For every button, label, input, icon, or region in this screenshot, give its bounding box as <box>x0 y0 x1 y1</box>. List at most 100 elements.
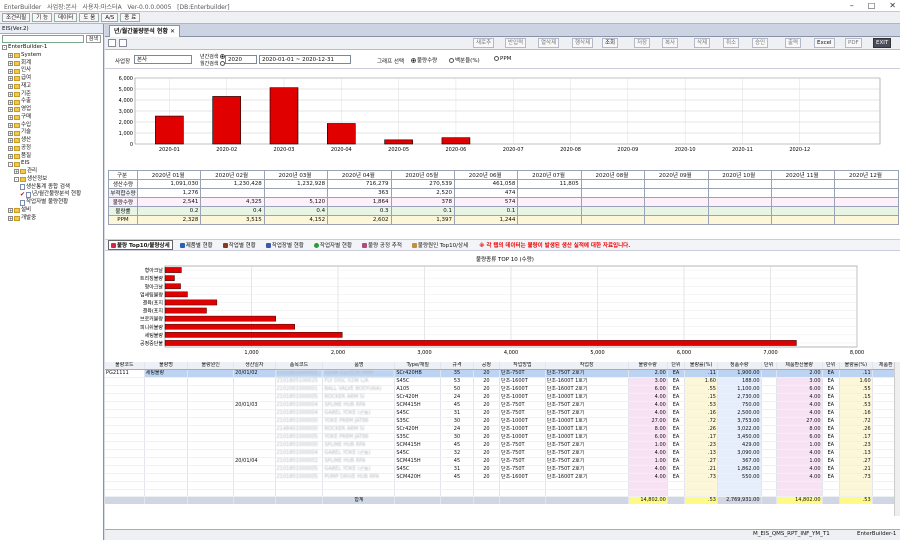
tree-item[interactable]: + 기준 <box>2 91 103 99</box>
tree-item[interactable]: + 영업 <box>2 106 103 114</box>
collapse-icon[interactable]: - <box>8 161 13 167</box>
expand-icon[interactable]: + <box>8 99 13 105</box>
detail-row[interactable]: 2101801000005 GABEL YOKE (큰놈) S45C 31 20 단조-7… <box>105 465 900 475</box>
tree-item[interactable]: + 기술 <box>2 129 103 137</box>
detail-header-cell[interactable]: 정품수량 <box>717 362 762 371</box>
tree-item[interactable]: + 공정 <box>2 145 103 153</box>
site-select[interactable]: 본사 <box>134 55 192 64</box>
tab-yearly-defect-analysis[interactable]: 년/월간불량분석 현황 ✕ <box>109 25 181 37</box>
detail-row[interactable]: 2101801000004 GABEL YOKE (큰놈) S45C 32 20 단조-7… <box>105 449 900 459</box>
toolbar-button-item-1[interactable]: 반입력 <box>505 38 527 48</box>
detail-header-cell[interactable]: 품목코드 <box>275 362 324 371</box>
subtab-workcenter[interactable]: 작업장별 현황 <box>263 240 307 250</box>
detail-header-cell[interactable]: 불량수량 <box>628 362 668 371</box>
detail-header-cell[interactable]: 단위 <box>667 362 686 371</box>
detail-header-cell[interactable]: 불량원인 <box>187 362 235 371</box>
toolbar-button-item-0[interactable]: 새로추 <box>473 38 495 48</box>
menu-item-function[interactable]: 기 능 <box>32 13 53 22</box>
collapse-icon[interactable]: - <box>14 177 19 183</box>
maximize-icon[interactable]: □ <box>868 1 876 10</box>
tree-item[interactable]: + 수출 <box>2 98 103 106</box>
expand-icon[interactable]: + <box>8 107 13 113</box>
detail-header-cell[interactable]: 불량명 <box>144 362 189 371</box>
detail-row[interactable]: 2101801000005 PUMP DRIVE HUB RPA SCM420H 45… <box>105 473 900 483</box>
subtab-worker[interactable]: 작업자별 현황 <box>311 240 355 250</box>
tree-item[interactable]: + 재고 <box>2 83 103 91</box>
toolbar-button-item-8[interactable]: 취소 <box>723 38 740 48</box>
detail-row[interactable]: 2101801000000 SPLINE HUB RPA SCM415H 45 20 단조… <box>105 441 900 451</box>
tree-item[interactable]: + 수입 <box>2 122 103 130</box>
graph-option-percent[interactable]: 백분율(%) <box>449 56 480 64</box>
subtab-cause-top10[interactable]: 불량원인 Top10/상세 <box>409 240 471 250</box>
detail-header-cell[interactable]: Type/재질 <box>394 362 442 371</box>
subtab-top10-detail[interactable]: 불량 Top10/불량상세 <box>108 240 173 250</box>
tree-item[interactable]: + 인사 <box>2 67 103 75</box>
toolbar-button-item-2[interactable]: 열삭제 <box>538 38 560 48</box>
menu-item-exit[interactable]: 종 료 <box>120 13 141 22</box>
detail-header-cell[interactable]: 단위 <box>761 362 777 371</box>
tree-item[interactable]: - EIS <box>2 160 103 168</box>
menu-item-condition[interactable]: 조건리필 <box>2 13 31 22</box>
toolbar-button-item-5[interactable]: 저장 <box>634 38 651 48</box>
detail-row[interactable]: 2101801000004 GABEL YOKE (큰놈) S45C 31 20 단조-7… <box>105 409 900 419</box>
expand-icon[interactable]: + <box>8 122 13 128</box>
toolbar-button-exit-13[interactable]: EXIT <box>873 38 892 48</box>
minimize-icon[interactable]: – <box>850 1 854 10</box>
detail-row[interactable]: 2101801000005 YOKE PR8M JAT86 S35C 30 20 단조-1… <box>105 433 900 443</box>
toolbar-button-item-10[interactable]: 출력 <box>785 38 802 48</box>
toolbar-button-item-9[interactable]: 승인 <box>752 38 769 48</box>
subtab-process-trace[interactable]: 불량 공정 추적 <box>359 240 405 250</box>
toolbar-button-item-6[interactable]: 복사 <box>662 38 679 48</box>
detail-row[interactable]: 20/01/03 2101801000004 SPLINE HUB RPA SCM41… <box>105 401 900 411</box>
expand-icon[interactable]: + <box>8 138 13 144</box>
expand-icon[interactable]: + <box>8 91 13 97</box>
year-select[interactable]: 2020 <box>225 55 257 64</box>
subtab-product[interactable]: 제품별 현황 <box>177 240 216 250</box>
detail-header-cell[interactable]: 제품환산불량 <box>776 362 823 371</box>
subtab-work[interactable]: 작업별 현황 <box>220 240 259 250</box>
detail-scrollbar[interactable] <box>894 362 900 516</box>
sidebar-search-input[interactable] <box>2 35 84 43</box>
detail-row[interactable]: 20/01/04 2101801000002 SPLINE HUB RPA SCM41… <box>105 457 900 467</box>
detail-row[interactable]: 2148401000000 ROCKER ARM SI SCr420H 24 20 단조-… <box>105 425 900 435</box>
tree-item[interactable]: + System <box>2 52 103 60</box>
toolbar-button-pdf-12[interactable]: PDF <box>845 38 862 48</box>
tree-item[interactable]: + 개발중 <box>2 215 103 223</box>
date-range-field[interactable]: 2020-01-01 ~ 2020-12-31 <box>259 55 351 64</box>
expand-icon[interactable]: + <box>8 53 13 59</box>
detail-header-cell[interactable]: 작업장 <box>545 362 629 371</box>
menu-item-data[interactable]: 데이터 <box>54 13 78 22</box>
expand-icon[interactable]: + <box>8 208 13 214</box>
expand-icon[interactable]: + <box>8 76 13 82</box>
expand-icon[interactable]: + <box>8 215 13 221</box>
detail-header-cell[interactable]: 불량률(%) <box>684 362 718 371</box>
toolbar-button-item-7[interactable]: 삭제 <box>694 38 711 48</box>
graph-option-ppm[interactable]: PPM <box>494 56 511 62</box>
detail-row[interactable]: 2101801000000 YOKE PR8M JAT86 S35C 30 20 단조-1… <box>105 417 900 427</box>
tree-item[interactable]: + 회계 <box>2 60 103 68</box>
graph-option-qty[interactable]: 불량수량 <box>411 56 437 64</box>
detail-row[interactable]: 2101805100025 FLY DISC 02W L/A S45C 53 20 단조-… <box>105 377 900 387</box>
detail-header-cell[interactable]: 작업방법 <box>499 362 546 371</box>
menu-item-as[interactable]: A/S <box>101 13 119 22</box>
expand-icon[interactable]: + <box>8 84 13 90</box>
toolbar-button-excel-11[interactable]: Excel <box>814 38 835 48</box>
expand-icon[interactable]: + <box>8 130 13 136</box>
expand-icon[interactable]: + <box>8 115 13 121</box>
detail-header-cell[interactable]: 불량률(%) <box>839 362 873 371</box>
collapse-icon[interactable]: - <box>2 45 7 51</box>
sidebar-search-button[interactable]: 검색 <box>85 35 101 43</box>
tree-item[interactable]: + 구매 <box>2 114 103 122</box>
menu-item-help[interactable]: 도 움 <box>79 13 100 22</box>
expand-icon[interactable]: + <box>8 60 13 66</box>
detail-row[interactable]: 2102001000001 BALL VALVE BODY(AIA) A105 50 2… <box>105 385 900 395</box>
expand-icon[interactable]: + <box>14 169 19 175</box>
detail-row[interactable]: 2101801000005 ROCKER ARM SI SCr420H 24 20 단조-… <box>105 393 900 403</box>
detail-header-cell[interactable]: 품명 <box>322 362 396 371</box>
expand-icon[interactable]: + <box>8 68 13 74</box>
tree-root[interactable]: - EnterBuilder-1 <box>2 44 103 52</box>
tree-item[interactable]: + 관리 <box>2 168 103 176</box>
tree-item[interactable]: 작업자별 불량현황 <box>2 199 103 207</box>
settings-icon[interactable] <box>108 39 116 47</box>
tree-item[interactable]: + 설비 <box>2 207 103 215</box>
